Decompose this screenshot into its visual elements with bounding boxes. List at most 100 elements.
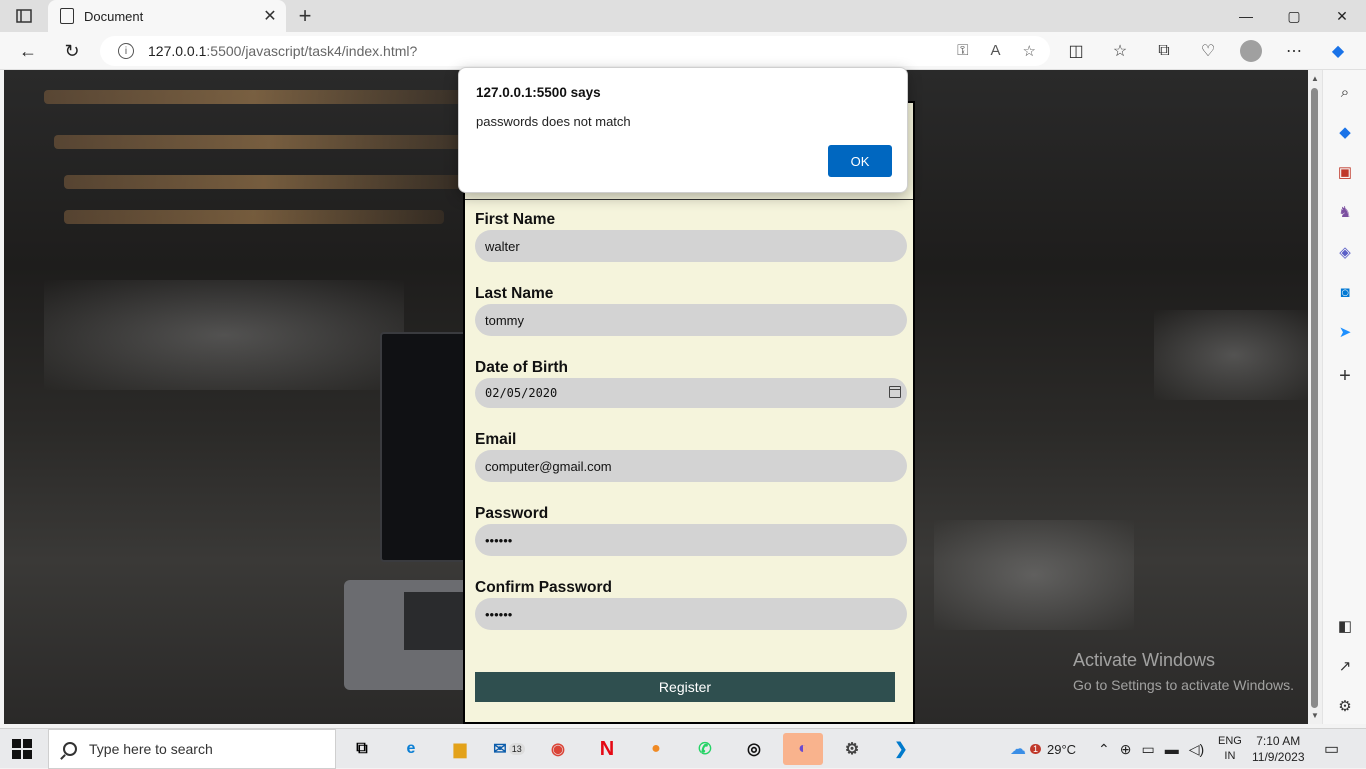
key-icon[interactable]: ⚿ [957,42,968,60]
register-button[interactable]: Register [475,672,895,702]
system-clock[interactable]: 7:10 AM 11/9/2023 [1252,733,1305,765]
mail-badge: 13 [508,743,525,755]
search-icon[interactable]: ⌕ [1333,80,1357,104]
search-placeholder: Type here to search [89,741,213,757]
games-icon[interactable]: ♞ [1333,200,1357,224]
outlook-icon[interactable]: ◙ [1333,280,1357,304]
minimize-button[interactable]: — [1222,0,1270,32]
scroll-down-icon[interactable]: ▼ [1311,711,1319,720]
laptop-screen-image [380,332,470,562]
mail-icon[interactable]: ✉ 13 [489,733,529,765]
language-text: ENG [1218,735,1242,747]
dob-input[interactable]: 02/05/2020 [475,378,907,408]
background-blind [64,210,444,224]
settings-gear-icon[interactable]: ⚙ [1333,694,1357,718]
weather-icon: ☁ [1010,741,1026,758]
favorite-star-icon[interactable]: ☆ [1023,42,1036,60]
external-link-icon[interactable]: ↗ [1333,654,1357,678]
first-name-label: First Name [475,211,556,228]
background-light [1154,310,1308,400]
window-controls: — ▢ ✕ [1222,0,1366,32]
favorites-icon[interactable]: ☆ [1108,40,1132,62]
scroll-up-icon[interactable]: ▲ [1311,74,1319,83]
watermark-title: Activate Windows [1073,650,1216,670]
region-text: IN [1224,750,1236,762]
settings-app-icon[interactable]: ⚙ [832,733,872,765]
site-info-icon[interactable]: i [118,43,134,59]
chevron-up-icon[interactable]: ⌃ [1098,741,1110,758]
file-explorer-icon[interactable]: ▆ [440,733,480,765]
windows-taskbar: Type here to search ⧉ e ▆ ✉ 13 ◉ N ● ✆ ◎ … [0,728,1366,769]
send-icon[interactable]: ➤ [1333,320,1357,344]
whatsapp-icon[interactable]: ✆ [685,733,725,765]
new-tab-button[interactable]: + [292,3,318,29]
notification-icon[interactable]: ▭ [1324,729,1339,769]
confirm-password-input[interactable]: •••••• [475,598,907,630]
back-icon[interactable]: ← [14,38,42,64]
scroll-thumb[interactable] [1311,88,1318,708]
address-bar[interactable]: i 127.0.0.1:5500/javascript/task4/index.… [100,36,1050,66]
browser-essentials-icon[interactable]: ♡ [1196,40,1220,62]
read-aloud-icon[interactable]: A [991,42,1001,60]
weather-temp: 29°C [1047,741,1077,757]
battery-icon[interactable]: ▬ [1165,741,1179,757]
alert-message: passwords does not match [476,114,631,129]
add-icon[interactable]: + [1333,364,1357,388]
github-icon[interactable]: ◎ [734,733,774,765]
tools-icon[interactable]: ▣ [1333,160,1357,184]
copilot-app-icon[interactable]: ◐ [783,733,823,765]
dob-label: Date of Birth [475,359,568,376]
url-text: 127.0.0.1:5500/javascript/task4/index.ht… [148,43,418,59]
alert-dialog: 127.0.0.1:5500 says passwords does not m… [458,67,908,193]
password-label: Password [475,505,549,522]
tab-close-icon[interactable]: ✕ [258,6,282,26]
shopping-tag-icon[interactable]: ◆ [1333,120,1357,144]
navigation-bar: ← ↻ i 127.0.0.1:5500/javascript/task4/in… [0,32,1366,70]
background-blind [54,135,484,149]
tab-bar: Document ✕ + — ▢ ✕ [0,0,1366,32]
maximize-button[interactable]: ▢ [1270,0,1318,32]
calendar-icon[interactable] [889,386,901,398]
tab-document[interactable]: Document ✕ [48,0,286,32]
clock-time: 7:10 AM [1256,734,1301,748]
email-input[interactable]: computer@gmail.com [475,450,907,482]
globe-icon[interactable]: ⊕ [1120,741,1132,758]
profile-avatar[interactable] [1240,40,1262,62]
device-icon[interactable]: ▭ [1141,741,1154,758]
last-name-input[interactable]: tommy [475,304,907,336]
system-tray: ⌃ ⊕ ▭ ▬ ◁) [1098,729,1204,769]
edge-icon[interactable]: e [391,733,431,765]
dob-value: 02/05/2020 [485,386,558,400]
activate-windows-watermark: Activate Windows Go to Settings to activ… [1073,650,1294,693]
more-menu-icon[interactable]: ⋯ [1282,40,1306,62]
microsoft365-icon[interactable]: ◈ [1333,240,1357,264]
search-icon [63,742,77,756]
weather-widget[interactable]: ☁ 1 29°C [1010,729,1076,769]
copilot-icon[interactable]: ◆ [1326,40,1350,62]
chrome-icon[interactable]: ◉ [538,733,578,765]
sidebar-toggle-icon[interactable]: ◧ [1333,614,1357,638]
volume-icon[interactable]: ◁) [1189,741,1204,758]
confirm-password-label: Confirm Password [475,579,612,596]
background-blind [64,175,464,189]
split-screen-icon[interactable]: ◫ [1064,40,1088,62]
start-button-windows-icon[interactable] [12,739,32,759]
taskbar-search[interactable]: Type here to search [48,729,336,769]
close-window-button[interactable]: ✕ [1318,0,1366,32]
page-scrollbar[interactable]: ▲ ▼ [1308,70,1322,724]
watermark-subtitle: Go to Settings to activate Windows. [1073,677,1294,693]
language-indicator[interactable]: ENG IN [1218,729,1242,769]
vscode-icon[interactable]: ❯ [881,733,921,765]
background-light [934,520,1134,630]
ok-button[interactable]: OK [828,145,892,177]
collections-icon[interactable]: ⧉ [1152,40,1176,62]
bird-app-icon[interactable]: ● [636,733,676,765]
password-input[interactable]: •••••• [475,524,907,556]
refresh-icon[interactable]: ↻ [58,38,86,64]
email-label: Email [475,431,517,448]
first-name-input[interactable]: walter [475,230,907,262]
netflix-icon[interactable]: N [587,733,627,765]
tab-actions-icon[interactable] [10,6,38,26]
task-view-icon[interactable]: ⧉ [342,733,382,765]
tab-title: Document [84,8,144,24]
